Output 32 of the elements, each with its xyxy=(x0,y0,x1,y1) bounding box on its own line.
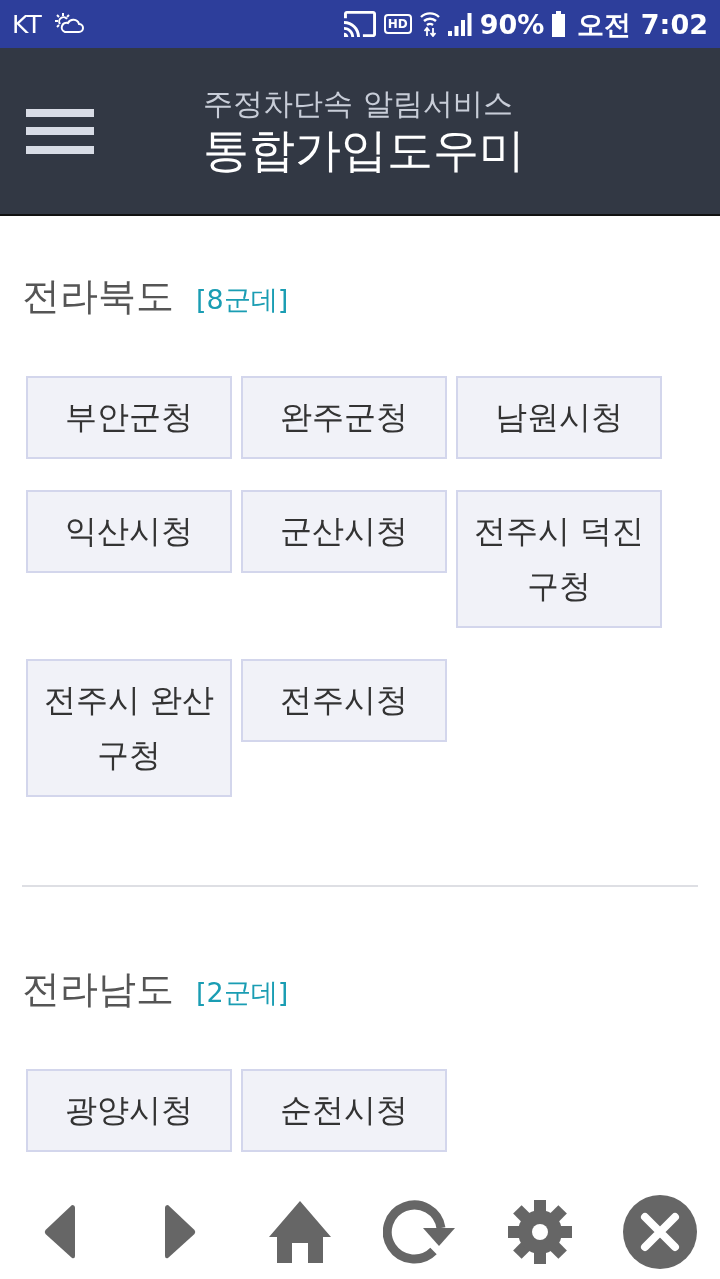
office-button[interactable]: 광양시청 xyxy=(26,1069,232,1152)
settings-icon[interactable] xyxy=(508,1199,572,1264)
office-button[interactable]: 순천시청 xyxy=(241,1069,447,1152)
office-button[interactable]: 완주군청 xyxy=(241,376,447,459)
close-icon[interactable] xyxy=(623,1194,697,1269)
office-button[interactable]: 전주시 완산 구청 xyxy=(26,659,232,797)
battery-icon xyxy=(552,11,566,37)
region-title: 전라남도 xyxy=(22,966,174,1013)
back-icon[interactable] xyxy=(44,1204,76,1259)
count-label: [2군데] xyxy=(196,976,289,1010)
forward-icon[interactable] xyxy=(164,1204,196,1259)
count-label: [8군데] xyxy=(196,283,289,317)
wifi-icon xyxy=(419,11,440,37)
menu-icon[interactable] xyxy=(26,108,94,154)
office-button[interactable]: 전주시청 xyxy=(241,659,447,742)
office-button[interactable]: 남원시청 xyxy=(456,376,662,459)
refresh-icon[interactable] xyxy=(383,1199,457,1264)
clock-time: 오전 7:02 xyxy=(577,10,708,38)
office-button[interactable]: 익산시청 xyxy=(26,490,232,573)
region-title: 전라북도 xyxy=(22,273,174,320)
hd-badge: HD xyxy=(383,14,412,34)
battery-percent: 90% xyxy=(479,10,545,38)
office-button[interactable]: 전주시 덕진 구청 xyxy=(456,490,662,628)
weather-icon xyxy=(53,12,84,36)
signal-icon xyxy=(447,12,472,36)
home-icon[interactable] xyxy=(269,1200,331,1263)
app-title: 통합가입도우미 xyxy=(203,123,525,177)
cast-icon xyxy=(343,10,376,38)
office-button[interactable]: 부안군청 xyxy=(26,376,232,459)
office-button[interactable]: 군산시청 xyxy=(241,490,447,573)
carrier-label: KT xyxy=(12,11,42,37)
app-subtitle: 주정차단속 알림서비스 xyxy=(203,85,514,123)
